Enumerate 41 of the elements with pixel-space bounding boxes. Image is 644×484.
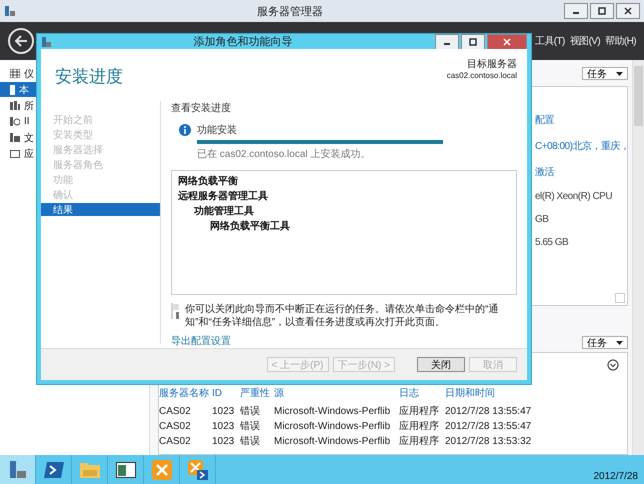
- table-cell-text: 应用程序: [399, 421, 440, 433]
- table-cell-text: 1023: [212, 436, 236, 448]
- dialog-title: 添加角色和功能向导: [192, 35, 294, 49]
- table-cell-text: 2012/7/28 13:55:47: [445, 406, 532, 418]
- clock-date: 2012/7/28: [594, 471, 639, 484]
- target-server-name: cas02.contoso.local: [446, 71, 517, 80]
- feature-item: 网络负载平衡工具: [209, 220, 291, 233]
- table-cell-text: Microsoft-Windows-Perflib: [274, 406, 392, 418]
- table-cell-text: 1023: [212, 421, 236, 433]
- table-cell-text: 2012/7/28 13:53:32: [445, 436, 532, 448]
- table-cell-text: 错误: [240, 436, 261, 448]
- nav-label: 本: [19, 84, 29, 96]
- nav-label: 应: [24, 148, 34, 160]
- result-message: 已在 cas02.contoso.local 上安装成功。: [197, 148, 372, 161]
- property-value: 5.65 GB: [535, 237, 568, 248]
- table-cell-text: 应用程序: [399, 436, 440, 448]
- status-label: 功能安装: [197, 124, 237, 137]
- table-cell-text: Microsoft-Windows-Perflib: [274, 436, 392, 448]
- nav-label: 仪: [24, 68, 34, 80]
- nav-label: 所: [24, 100, 34, 112]
- table-cell-text: Microsoft-Windows-Perflib: [274, 421, 392, 433]
- nav-label: II: [24, 116, 30, 127]
- feature-item: 功能管理工具: [193, 204, 255, 218]
- table-cell-text: 2012/7/28 13:55:47: [445, 421, 532, 433]
- window-title: 服务器管理器: [256, 4, 324, 18]
- property-value: el(R) Xeon(R) CPU: [535, 191, 612, 202]
- table-cell-text: CAS02: [159, 436, 192, 448]
- feature-item: 网络负载平衡: [178, 174, 239, 188]
- table-cell-text: 应用程序: [399, 406, 440, 418]
- table-cell-text: 错误: [240, 421, 261, 433]
- feature-item: 远程服务器管理工具: [178, 190, 269, 203]
- property-value: GB: [535, 214, 548, 225]
- target-server-label: 目标服务器: [467, 58, 517, 71]
- page-heading: 安装进度: [55, 66, 123, 88]
- nav-label: 文: [24, 132, 34, 144]
- table-cell-text: 错误: [240, 406, 261, 418]
- table-cell-text: 1023: [212, 406, 236, 418]
- table-cell-text: CAS02: [159, 406, 192, 418]
- section-title: 查看安装进度: [171, 102, 232, 115]
- table-cell-text: CAS02: [159, 421, 192, 433]
- note-text: 你可以关闭此向导而不中断正在运行的任务。请依次单击命令栏中的“通知”和“任务详细信息”，以查看任务进度或再次打开此页面。: [185, 303, 500, 329]
